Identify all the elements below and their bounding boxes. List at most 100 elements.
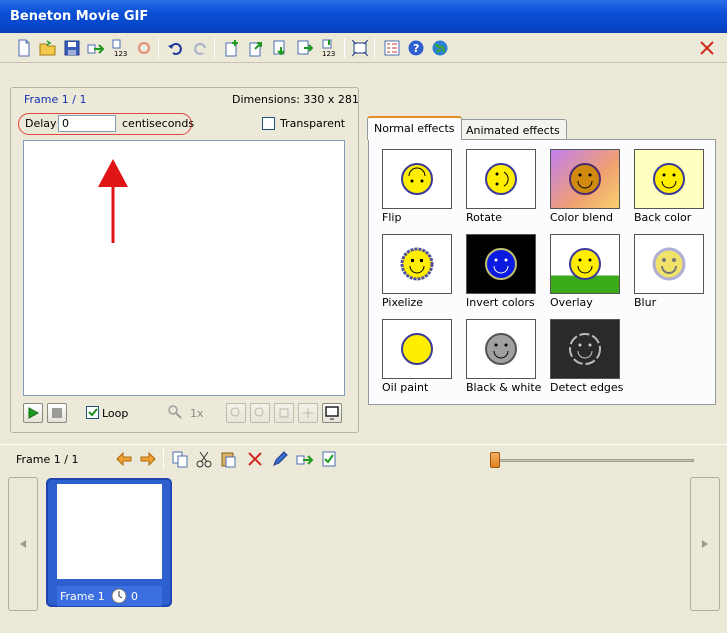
timeline-slider-thumb[interactable] <box>490 452 500 468</box>
toolbar-separator <box>163 449 164 469</box>
delay-label: Delay <box>25 117 57 130</box>
zoom-out-button[interactable] <box>250 403 270 423</box>
pixelize-thumbnail <box>382 234 452 294</box>
effect-oil-paint[interactable]: Oil paint <box>382 319 452 394</box>
previous-frame-icon[interactable] <box>114 449 134 469</box>
next-frame-icon[interactable] <box>138 449 158 469</box>
effect-label: Blur <box>634 296 657 309</box>
transparent-label: Transparent <box>280 117 346 130</box>
undo-icon[interactable] <box>166 38 186 58</box>
effect-overlay[interactable]: Overlay <box>550 234 620 309</box>
transparent-checkbox[interactable] <box>262 117 275 130</box>
loop-checkbox[interactable] <box>86 406 99 419</box>
effect-label: Overlay <box>550 296 593 309</box>
frame-name: Frame 1 <box>60 590 105 603</box>
stop-button[interactable] <box>47 403 67 423</box>
flip-thumbnail <box>382 149 452 209</box>
clock-icon <box>111 588 127 607</box>
dimensions-label: Dimensions: 330 x 281 <box>232 93 359 106</box>
svg-text:?: ? <box>413 42 419 55</box>
add-frame-icon[interactable] <box>222 38 242 58</box>
effect-label: Flip <box>382 211 402 224</box>
frame-thumbnail[interactable]: Frame 1 0 <box>46 478 172 607</box>
edit-icon[interactable] <box>270 449 290 469</box>
main-toolbar: 123 123 ? <box>0 33 727 63</box>
effect-invert-colors[interactable]: Invert colors <box>466 234 536 309</box>
fullscreen-button[interactable] <box>322 403 342 423</box>
frame-image <box>57 484 162 579</box>
effect-detect-edges[interactable]: Detect edges <box>550 319 624 394</box>
cut-icon[interactable] <box>194 449 214 469</box>
back-color-thumbnail <box>634 149 704 209</box>
arrow-annotation <box>98 159 128 243</box>
invert-colors-thumbnail <box>466 234 536 294</box>
timeline-toolbar: Frame 1 / 1 <box>0 444 727 474</box>
scroll-right-button[interactable] <box>690 477 720 611</box>
oil-paint-thumbnail <box>382 319 452 379</box>
copy-icon[interactable] <box>170 449 190 469</box>
export-frames-icon[interactable] <box>294 38 314 58</box>
close-icon[interactable] <box>697 38 717 58</box>
fit-button[interactable] <box>274 403 294 423</box>
effect-color-blend[interactable]: Color blend <box>550 149 620 224</box>
play-button[interactable] <box>23 403 43 423</box>
frame-info-bar: Frame 1 0 <box>57 586 162 606</box>
detect-edges-thumbnail <box>550 319 620 379</box>
timeline-frame-label: Frame 1 / 1 <box>16 453 79 466</box>
web-icon[interactable] <box>430 38 450 58</box>
effect-label: Oil paint <box>382 381 429 394</box>
rotate-thumbnail <box>466 149 536 209</box>
numbering-icon[interactable]: 123 <box>110 38 130 58</box>
help-icon[interactable]: ? <box>406 38 426 58</box>
toolbar-separator <box>344 38 345 58</box>
title-bar: Beneton Movie GIF <box>0 0 727 33</box>
frame-preview[interactable] <box>23 140 345 396</box>
color-blend-thumbnail <box>550 149 620 209</box>
effect-pixelize[interactable]: Pixelize <box>382 234 452 309</box>
overlay-thumbnail <box>550 234 620 294</box>
list-icon[interactable] <box>382 38 402 58</box>
delay-input[interactable]: 0 <box>58 115 116 132</box>
delete-icon[interactable] <box>245 449 265 469</box>
effect-label: Color blend <box>550 211 613 224</box>
frame-label: Frame 1 / 1 <box>24 93 87 106</box>
pan-button[interactable] <box>298 403 318 423</box>
svg-text:123: 123 <box>114 50 127 57</box>
properties-icon[interactable] <box>319 449 339 469</box>
black-white-thumbnail <box>466 319 536 379</box>
window-title: Beneton Movie GIF <box>10 9 149 24</box>
effect-flip[interactable]: Flip <box>382 149 452 224</box>
effect-black-white[interactable]: Black & white <box>466 319 541 394</box>
save-icon[interactable] <box>62 38 82 58</box>
effect-label: Back color <box>634 211 692 224</box>
redo-icon[interactable] <box>190 38 210 58</box>
zoom-in-button[interactable] <box>226 403 246 423</box>
effect-label: Rotate <box>466 211 503 224</box>
open-icon[interactable] <box>38 38 58 58</box>
import-icon[interactable] <box>270 38 290 58</box>
effect-label: Pixelize <box>382 296 424 309</box>
refresh-icon[interactable] <box>134 38 154 58</box>
effect-rotate[interactable]: Rotate <box>466 149 536 224</box>
effect-back-color[interactable]: Back color <box>634 149 704 224</box>
paste-icon[interactable] <box>218 449 238 469</box>
resize-icon[interactable] <box>350 38 370 58</box>
effect-label: Detect edges <box>550 381 624 394</box>
svg-text:123: 123 <box>322 50 335 57</box>
effect-blur[interactable]: Blur <box>634 234 704 309</box>
new-icon[interactable] <box>14 38 34 58</box>
export-icon[interactable] <box>86 38 106 58</box>
effect-label: Invert colors <box>466 296 535 309</box>
export-frame-icon[interactable] <box>295 449 315 469</box>
blur-thumbnail <box>634 234 704 294</box>
toolbar-separator <box>158 38 159 58</box>
tab-animated-effects[interactable]: Animated effects <box>459 119 567 141</box>
frame-delay: 0 <box>131 590 138 603</box>
renumber-icon[interactable]: 123 <box>318 38 338 58</box>
delay-unit-label: centiseconds <box>122 117 195 130</box>
tab-normal-effects[interactable]: Normal effects <box>367 116 462 140</box>
loop-label: Loop <box>102 407 129 420</box>
timeline-slider-track[interactable] <box>494 459 694 462</box>
scroll-left-button[interactable] <box>8 477 38 611</box>
insert-frame-icon[interactable] <box>246 38 266 58</box>
